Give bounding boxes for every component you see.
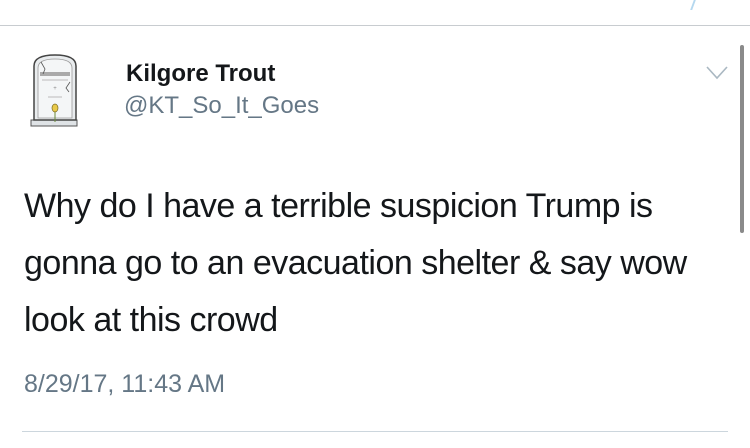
avatar[interactable]: + [28,52,84,130]
author-name[interactable]: Kilgore Trout [126,60,275,88]
author-handle[interactable]: @KT_So_It_Goes [124,92,319,120]
tombstone-icon: + [30,54,78,127]
tweet-timestamp[interactable]: 8/29/17, 11:43 AM [24,370,225,399]
scrollbar[interactable] [740,45,744,233]
chevron-down-icon[interactable] [706,66,728,80]
bottom-divider [22,431,728,432]
svg-text:+: + [53,86,57,92]
previous-tweet-fragment [686,0,696,10]
top-divider [0,25,750,26]
tweet-text: Why do I have a terrible suspicion Trump… [24,187,687,339]
